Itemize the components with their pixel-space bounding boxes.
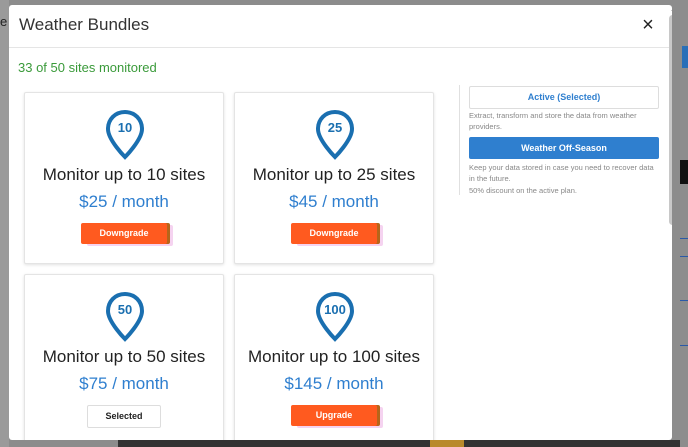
background-page-right bbox=[680, 0, 688, 447]
plan-card-50: 50 Monitor up to 50 sites $75 / month Se… bbox=[24, 274, 224, 440]
plan-pin-number: 25 bbox=[327, 120, 343, 135]
plan-title: Monitor up to 50 sites bbox=[42, 347, 206, 366]
background-line bbox=[680, 345, 688, 346]
weather-off-season-button[interactable]: Weather Off-Season bbox=[469, 137, 659, 159]
plan-price: $75 / month bbox=[79, 374, 169, 393]
scrollbar-thumb[interactable] bbox=[669, 15, 672, 225]
sites-monitored-count: 33 of 50 sites monitored bbox=[18, 60, 157, 75]
map-pin-icon bbox=[316, 292, 354, 342]
plan-card-100: 100 Monitor up to 100 sites $145 / month… bbox=[234, 274, 434, 440]
plan-pin-number: 10 bbox=[117, 120, 133, 135]
selected-button[interactable]: Selected bbox=[87, 405, 161, 428]
scroll-up-arrow-icon[interactable]: ▲ bbox=[670, 6, 672, 13]
off-season-discount: 50% discount on the active plan. bbox=[469, 186, 577, 195]
map-pin-icon bbox=[106, 110, 144, 160]
weather-bundles-modal: Weather Bundles × ▲ 33 of 50 sites monit… bbox=[9, 5, 672, 440]
plan-pin-number: 50 bbox=[117, 302, 133, 317]
modal-header: Weather Bundles × bbox=[9, 5, 672, 48]
background-dark-bar bbox=[680, 160, 688, 184]
plan-title: Monitor up to 100 sites bbox=[248, 347, 420, 366]
close-icon[interactable]: × bbox=[638, 15, 658, 35]
active-description: Extract, transform and store the data fr… bbox=[469, 111, 637, 131]
active-selected-option[interactable]: Active (Selected) bbox=[469, 86, 659, 109]
plan-card-10: 10 Monitor up to 10 sites $25 / month Do… bbox=[24, 92, 224, 264]
downgrade-button[interactable]: Downgrade bbox=[81, 223, 167, 244]
subscription-options-panel: Active (Selected) Extract, transform and… bbox=[459, 85, 665, 195]
plan-title: Monitor up to 25 sites bbox=[252, 165, 416, 184]
plan-price: $45 / month bbox=[289, 192, 379, 211]
plan-card-25: 25 Monitor up to 25 sites $45 / month Do… bbox=[234, 92, 434, 264]
map-pin-icon bbox=[106, 292, 144, 342]
background-blue-chip bbox=[682, 46, 688, 68]
background-orange-chip bbox=[430, 440, 464, 447]
plan-price: $25 / month bbox=[79, 192, 169, 211]
off-season-description: Keep your data stored in case you need t… bbox=[469, 163, 654, 183]
plan-title: Monitor up to 10 sites bbox=[42, 165, 206, 184]
background-line bbox=[680, 300, 688, 301]
modal-title: Weather Bundles bbox=[19, 15, 150, 34]
map-pin-icon bbox=[316, 110, 354, 160]
plan-price: $145 / month bbox=[284, 374, 384, 393]
background-text-fragment: e bbox=[0, 14, 8, 29]
background-line bbox=[680, 238, 688, 239]
background-line bbox=[680, 256, 688, 257]
upgrade-button[interactable]: Upgrade bbox=[291, 405, 377, 426]
downgrade-button[interactable]: Downgrade bbox=[291, 223, 377, 244]
background-bottom-bar bbox=[118, 440, 680, 447]
background-page-left: e bbox=[0, 0, 9, 447]
plan-pin-number: 100 bbox=[324, 302, 346, 317]
